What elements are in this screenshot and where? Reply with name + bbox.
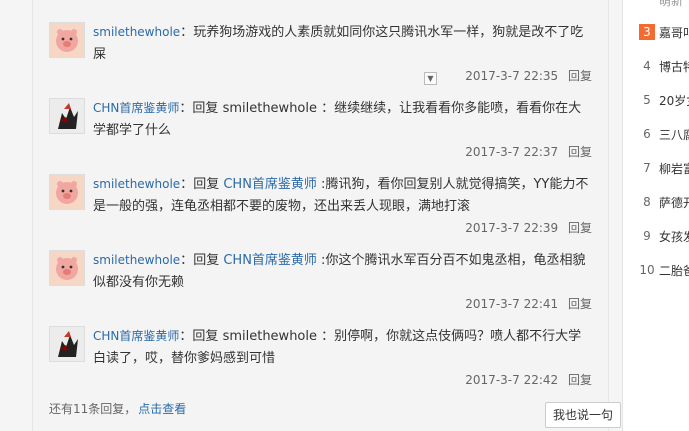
ranking-item[interactable]: 4 博古特 [623, 58, 689, 92]
pig-avatar-icon [50, 251, 84, 285]
reply-button[interactable]: 回复 [568, 373, 592, 387]
avatar[interactable] [49, 326, 85, 362]
reply-username[interactable]: CHN首席鉴黄师 [93, 329, 179, 343]
reply-content: CHN首席鉴黄师：回复 smilethewhole ：别停啊，你就这点伎俩吗？喷… [93, 329, 582, 366]
reply-content: CHN首席鉴黄师：回复 smilethewhole ：继续继续，让我看看你多能喷… [93, 101, 582, 138]
rank-title[interactable]: 嘉哥叫 [659, 24, 689, 41]
reply-to-user[interactable]: CHN首席鉴黄师 [223, 253, 317, 268]
ranking-item[interactable]: 9 女孩发 [623, 228, 689, 262]
reply-username[interactable]: smilethewhole [93, 25, 180, 39]
rank-number: 10 [639, 263, 655, 277]
reply-content: smilethewhole：回复 CHN首席鉴黄师 :你这个腾讯水军百分百不如鬼… [93, 253, 586, 290]
reply-content: smilethewhole：玩养狗场游戏的人素质就如同你这只腾讯水军一样，狗就是… [93, 25, 584, 62]
reply-button[interactable]: 回复 [568, 69, 592, 83]
reply-meta: 2017-3-7 22:41 回复 [465, 295, 592, 312]
reply-meta: 2017-3-7 22:37 回复 [465, 143, 592, 160]
reply-meta: 2017-3-7 22:35 回复 [465, 67, 592, 84]
reply-time: 2017-3-7 22:42 [465, 373, 559, 387]
reply-button[interactable]: 回复 [568, 145, 592, 159]
rank-number: 6 [643, 127, 651, 141]
view-more-link[interactable]: 点击查看 [138, 402, 186, 416]
reply-time: 2017-3-7 22:39 [465, 221, 559, 235]
rank-title[interactable]: 三八腐 [659, 126, 689, 143]
reply-thread: smilethewhole：玩养狗场游戏的人素质就如同你这只腾讯水军一样，狗就是… [32, 0, 621, 431]
rank-number: 7 [643, 161, 651, 175]
reply-button[interactable]: 回复 [568, 221, 592, 235]
reply-content: smilethewhole：回复 CHN首席鉴黄师 :腾讯狗，看你回复别人就觉得… [93, 177, 589, 214]
rank-number: 3 [639, 24, 655, 40]
rank-title[interactable]: 20岁女 [659, 92, 689, 109]
add-reply-button[interactable]: 我也说一句 [545, 402, 621, 428]
ranking-item[interactable]: 5 20岁女 [623, 92, 689, 126]
reply-meta: 2017-3-7 22:39 回复 [465, 219, 592, 236]
reply-username[interactable]: CHN首席鉴黄师 [93, 101, 179, 115]
rank-number: 8 [643, 195, 651, 209]
chevron-down-icon[interactable]: ▼ [424, 72, 437, 85]
avatar[interactable] [49, 250, 85, 286]
rank-title[interactable]: 二胎爸 [659, 262, 689, 279]
dark-figure-avatar-icon [50, 327, 84, 361]
avatar[interactable] [49, 22, 85, 58]
ranking-item[interactable]: 6 三八腐 [623, 126, 689, 160]
rank-number: 9 [643, 229, 651, 243]
reply-time: 2017-3-7 22:41 [465, 297, 559, 311]
rank-number: 4 [643, 59, 651, 73]
rank-title[interactable]: 博古特 [659, 58, 689, 75]
avatar[interactable] [49, 98, 85, 134]
rank-title[interactable]: 女孩发 [659, 228, 689, 245]
rank-title[interactable]: 萨德开 [659, 194, 689, 211]
ranking-item[interactable]: 8 萨德开 [623, 194, 689, 228]
reply-meta: 2017-3-7 22:42 回复 [465, 371, 592, 388]
reply-to-user[interactable]: smilethewhole [223, 101, 317, 116]
more-replies: 还有11条回复， 点击查看 [49, 400, 186, 417]
avatar[interactable] [49, 174, 85, 210]
reply-time: 2017-3-7 22:37 [465, 145, 559, 159]
pig-avatar-icon [50, 175, 84, 209]
reply-username[interactable]: smilethewhole [93, 253, 180, 267]
reply-to-user[interactable]: smilethewhole [223, 329, 317, 344]
hot-ranking-sidebar: 萌新哈 3 嘉哥叫 4 博古特 5 20岁女 6 三八腐 7 柳岩富 8 萨德开… [622, 0, 689, 431]
rank-number: 5 [643, 93, 651, 107]
reply-username[interactable]: smilethewhole [93, 177, 180, 191]
pig-avatar-icon [50, 23, 84, 57]
rank-title[interactable]: 柳岩富 [659, 160, 689, 177]
reply-time: 2017-3-7 22:35 [465, 69, 559, 83]
ranking-item[interactable]: 10 二胎爸 [623, 262, 689, 296]
dark-figure-avatar-icon [50, 99, 84, 133]
reply-to-user[interactable]: CHN首席鉴黄师 [223, 177, 317, 192]
ranking-item[interactable]: 3 嘉哥叫 [623, 24, 689, 58]
more-replies-count: 还有11条回复， [49, 402, 137, 416]
rank-title-clipped[interactable]: 萌新哈 [659, 0, 689, 10]
ranking-item[interactable]: 7 柳岩富 [623, 160, 689, 194]
reply-button[interactable]: 回复 [568, 297, 592, 311]
